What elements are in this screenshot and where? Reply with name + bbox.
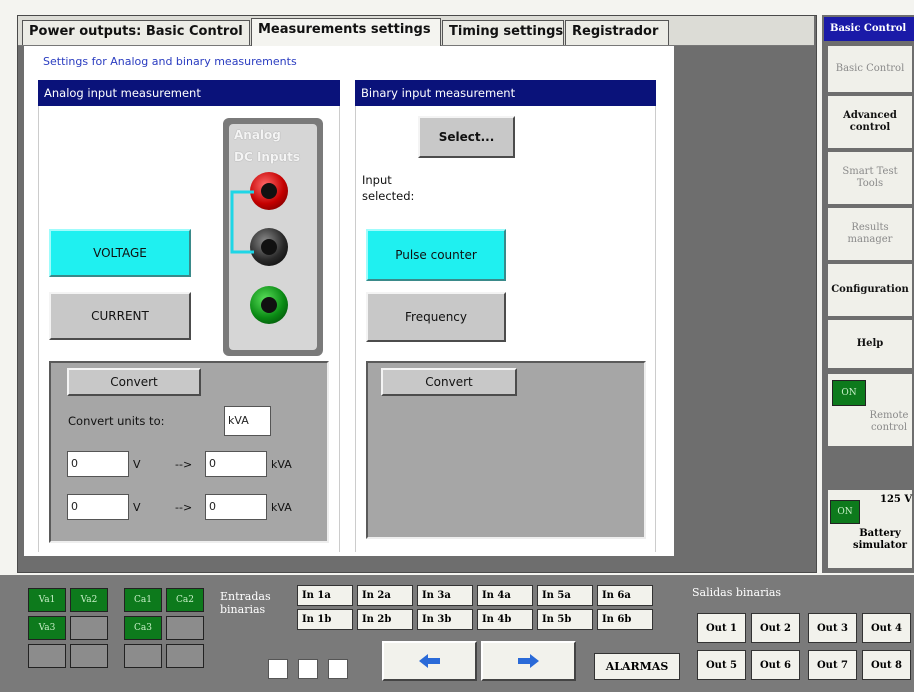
arrow-left-icon xyxy=(418,654,440,668)
select-input-button[interactable]: Select... xyxy=(418,116,515,158)
led-empty xyxy=(28,644,66,668)
input-4a[interactable]: In 4a xyxy=(477,585,533,606)
green-jack-icon xyxy=(250,286,288,324)
tab-bar: Power outputs: Basic Control Measurement… xyxy=(18,16,814,46)
voltage-input-field-1[interactable]: 0 xyxy=(67,451,129,477)
convert-units-field[interactable]: kVA xyxy=(224,406,271,436)
output-1[interactable]: Out 1 xyxy=(697,613,746,643)
pulse-counter-button[interactable]: Pulse counter xyxy=(366,229,506,281)
voltage-input-field-2[interactable]: 0 xyxy=(67,494,129,520)
input-5b[interactable]: In 5b xyxy=(537,609,593,630)
binary-convert-button[interactable]: Convert xyxy=(381,368,517,396)
led-ca1: Ca1 xyxy=(124,588,162,612)
input-3a[interactable]: In 3a xyxy=(417,585,473,606)
kva-unit-2: kVA xyxy=(271,501,292,514)
output-3[interactable]: Out 3 xyxy=(808,613,857,643)
analog-image-title-line2: DC Inputs xyxy=(234,150,300,164)
sidebar-item-configuration[interactable]: Configuration xyxy=(826,262,914,318)
arrow-right-icon xyxy=(517,654,539,668)
kva-output-field-2[interactable]: 0 xyxy=(205,494,267,520)
sidebar-item-results-manager[interactable]: Results manager xyxy=(826,206,914,262)
entradas-binarias-label: Entradas binarias xyxy=(220,590,271,617)
analog-image-title-line1: Analog xyxy=(234,128,281,142)
input-3b[interactable]: In 3b xyxy=(417,609,473,630)
led-ca3: Ca3 xyxy=(124,616,162,640)
input-6a[interactable]: In 6a xyxy=(597,585,653,606)
convert-units-label: Convert units to: xyxy=(68,414,165,428)
battery-simulator-label: Battery simulator xyxy=(852,528,908,551)
indicator-square xyxy=(328,659,348,679)
voltage-unit-1: V xyxy=(133,458,141,471)
tab-power-outputs[interactable]: Power outputs: Basic Control xyxy=(22,20,250,45)
led-empty xyxy=(166,644,204,668)
input-2b[interactable]: In 2b xyxy=(357,609,413,630)
led-ca2: Ca2 xyxy=(166,588,204,612)
output-7[interactable]: Out 7 xyxy=(808,650,857,680)
analog-section-header: Analog input measurement xyxy=(38,80,340,106)
tab-registrador[interactable]: Registrador xyxy=(565,20,669,45)
sidebar-item-basic-control[interactable]: Basic Control xyxy=(826,44,914,94)
analog-convert-button[interactable]: Convert xyxy=(67,368,201,396)
remote-control-led: ON xyxy=(832,380,866,406)
input-4b[interactable]: In 4b xyxy=(477,609,533,630)
battery-led: ON xyxy=(830,500,860,524)
led-empty xyxy=(166,616,204,640)
led-va2: Va2 xyxy=(70,588,108,612)
indicator-square xyxy=(298,659,318,679)
led-empty xyxy=(70,616,108,640)
arrow-1: --> xyxy=(175,458,193,471)
alarmas-button[interactable]: ALARMAS xyxy=(594,653,680,680)
current-button[interactable]: CURRENT xyxy=(49,292,191,340)
output-5[interactable]: Out 5 xyxy=(697,650,746,680)
wire-connection-icon xyxy=(230,190,254,254)
input-1b[interactable]: In 1b xyxy=(297,609,353,630)
arrow-2: --> xyxy=(175,501,193,514)
binary-section-header: Binary input measurement xyxy=(355,80,656,106)
output-8[interactable]: Out 8 xyxy=(862,650,911,680)
sidebar-item-advanced-control[interactable]: Advanced control xyxy=(826,94,914,150)
input-selected-label: Input selected: xyxy=(362,173,415,204)
input-6b[interactable]: In 6b xyxy=(597,609,653,630)
led-va3: Va3 xyxy=(28,616,66,640)
sidebar-item-help[interactable]: Help xyxy=(826,318,914,370)
sidebar-item-smart-test-tools[interactable]: Smart Test Tools xyxy=(826,150,914,206)
output-6[interactable]: Out 6 xyxy=(751,650,800,680)
input-2a[interactable]: In 2a xyxy=(357,585,413,606)
input-1a[interactable]: In 1a xyxy=(297,585,353,606)
sidebar-header: Basic Control xyxy=(824,17,914,41)
voltage-button[interactable]: VOLTAGE xyxy=(49,229,191,277)
settings-subtitle: Settings for Analog and binary measureme… xyxy=(43,55,297,68)
tab-timing-settings[interactable]: Timing settings xyxy=(442,20,564,45)
battery-voltage: 125 V xyxy=(880,494,913,505)
tab-measurements-settings[interactable]: Measurements settings xyxy=(251,18,441,46)
next-button[interactable] xyxy=(481,641,576,681)
led-empty xyxy=(124,644,162,668)
kva-unit-1: kVA xyxy=(271,458,292,471)
led-empty xyxy=(70,644,108,668)
remote-control-label: Remote control xyxy=(869,410,909,433)
voltage-unit-2: V xyxy=(133,501,141,514)
output-2[interactable]: Out 2 xyxy=(751,613,800,643)
kva-output-field-1[interactable]: 0 xyxy=(205,451,267,477)
frequency-button[interactable]: Frequency xyxy=(366,292,506,342)
salidas-binarias-label: Salidas binarias xyxy=(692,586,782,599)
indicator-square xyxy=(268,659,288,679)
input-5a[interactable]: In 5a xyxy=(537,585,593,606)
led-va1: Va1 xyxy=(28,588,66,612)
previous-button[interactable] xyxy=(382,641,477,681)
output-4[interactable]: Out 4 xyxy=(862,613,911,643)
